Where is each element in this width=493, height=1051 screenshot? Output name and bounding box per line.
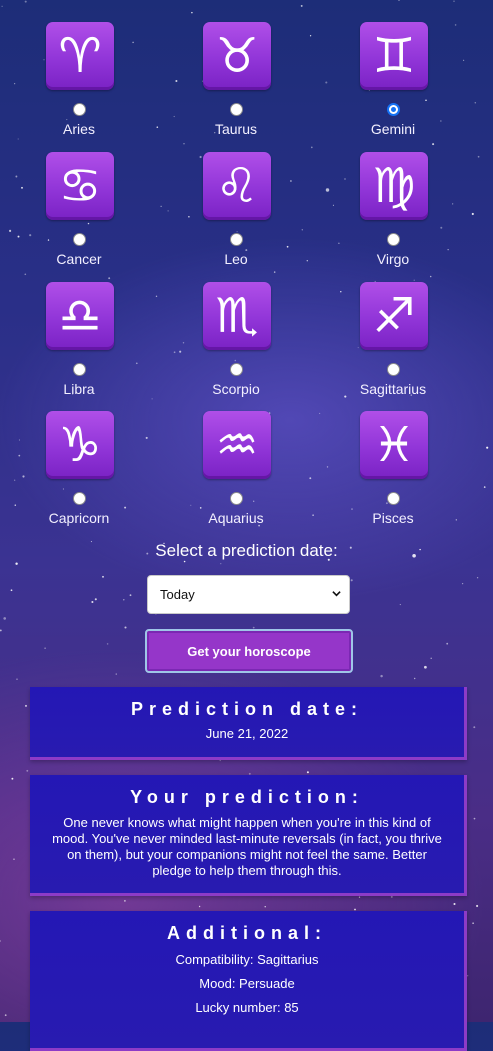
prediction-title: Your prediction: (130, 787, 364, 807)
taurus-radio[interactable] (230, 103, 243, 116)
date-select-label: Select a prediction date: (155, 541, 338, 560)
additional-title: Additional: (167, 923, 327, 943)
sign-option-cancer[interactable]: ♋ Cancer (14, 130, 144, 267)
sign-label: Capricorn (48, 510, 110, 526)
aquarius-radio[interactable] (230, 492, 243, 505)
gemini-icon: ♊ (360, 22, 428, 90)
prediction-text: One never knows what might happen when y… (52, 815, 442, 878)
leo-icon: ♌ (203, 152, 271, 220)
aries-icon: ♈ (46, 22, 114, 90)
virgo-radio[interactable] (387, 233, 400, 246)
libra-icon: ♎ (46, 282, 114, 350)
sign-option-scorpio[interactable]: ♏ Scorpio (171, 260, 301, 397)
sign-option-aries[interactable]: ♈ Aries (14, 0, 144, 137)
get-horoscope-button[interactable]: Get your horoscope (145, 629, 353, 673)
aquarius-icon: ♒ (203, 411, 271, 479)
sign-option-virgo[interactable]: ♍ Virgo (328, 130, 458, 267)
scorpio-icon: ♏ (203, 282, 271, 350)
mood-text: Mood: Persuade (199, 976, 295, 991)
cancer-radio[interactable] (73, 233, 86, 246)
prediction-date-title: Prediction date: (130, 699, 364, 719)
libra-radio[interactable] (73, 363, 86, 376)
capricorn-icon: ♑ (46, 411, 114, 479)
sign-option-capricorn[interactable]: ♑ Capricorn (14, 389, 144, 526)
compatibility-text: Compatibility: Sagittarius (175, 952, 319, 967)
sagittarius-radio[interactable] (387, 363, 400, 376)
sign-option-pisces[interactable]: ♓ Pisces (328, 389, 458, 526)
capricorn-radio[interactable] (73, 492, 86, 505)
sign-option-taurus[interactable]: ♉ Taurus (171, 0, 301, 137)
leo-radio[interactable] (230, 233, 243, 246)
pisces-icon: ♓ (360, 411, 428, 479)
virgo-icon: ♍ (360, 152, 428, 220)
prediction-date-value: June 21, 2022 (205, 726, 289, 741)
gemini-radio[interactable] (387, 103, 400, 116)
prediction-date-select[interactable]: Today (147, 575, 350, 614)
lucky-number-text: Lucky number: 85 (195, 1000, 299, 1015)
prediction-date-card: Prediction date: June 21, 2022 (30, 687, 467, 760)
aries-radio[interactable] (73, 103, 86, 116)
taurus-icon: ♉ (203, 22, 271, 90)
sign-option-leo[interactable]: ♌ Leo (171, 130, 301, 267)
pisces-radio[interactable] (387, 492, 400, 505)
sign-option-aquarius[interactable]: ♒ Aquarius (171, 389, 301, 526)
chevron-down-icon (332, 591, 341, 597)
sign-option-gemini[interactable]: ♊ Gemini (328, 0, 458, 137)
date-select-value: Today (160, 587, 195, 602)
cancer-icon: ♋ (46, 152, 114, 220)
prediction-card: Your prediction: One never knows what mi… (30, 775, 467, 896)
sign-option-sagittarius[interactable]: ♐ Sagittarius (328, 260, 458, 397)
sagittarius-icon: ♐ (360, 282, 428, 350)
scorpio-radio[interactable] (230, 363, 243, 376)
additional-card: Additional: Compatibility: Sagittarius M… (30, 911, 467, 1051)
sign-label: Aquarius (208, 510, 264, 526)
sign-option-libra[interactable]: ♎ Libra (14, 260, 144, 397)
sign-label: Pisces (372, 510, 414, 526)
